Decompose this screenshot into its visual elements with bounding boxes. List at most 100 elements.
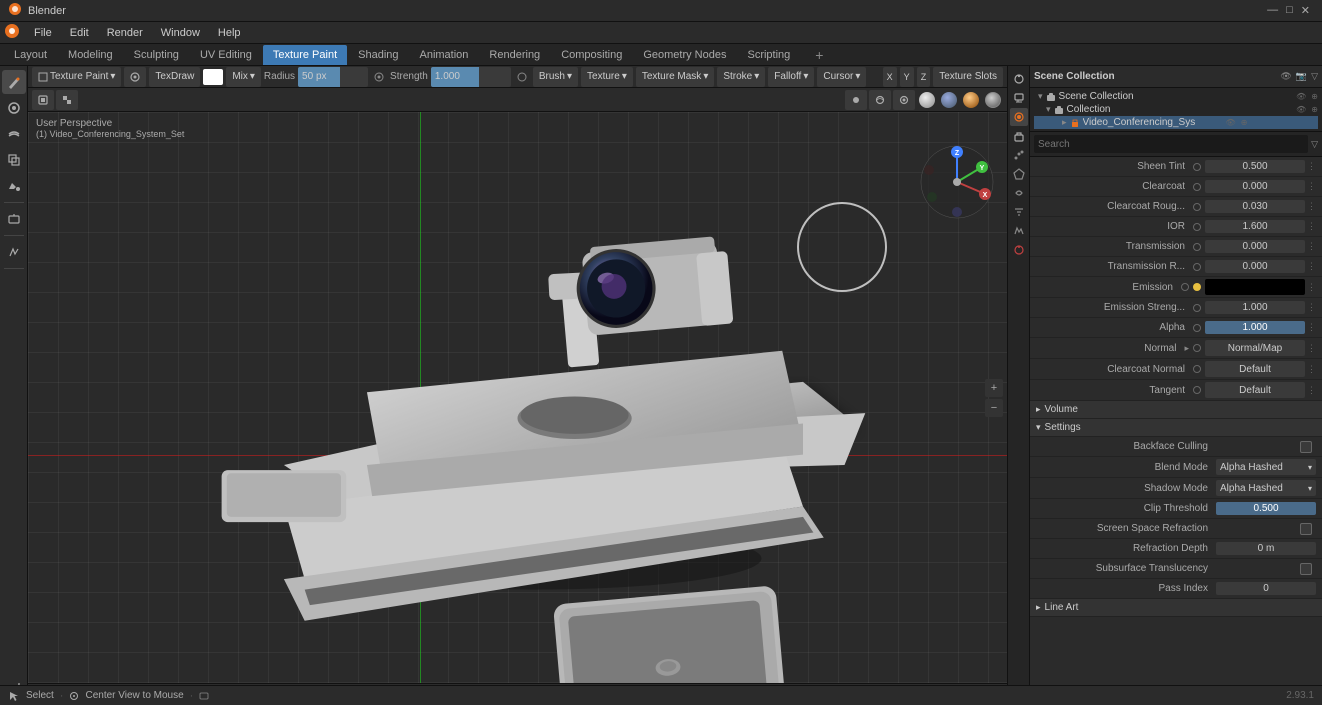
clearcoat-socket[interactable] <box>1193 183 1201 191</box>
menu-window[interactable]: Window <box>153 25 208 41</box>
shadow-mode-dropdown[interactable]: Alpha Hashed ▾ <box>1216 480 1316 496</box>
prop-icon-material[interactable] <box>1010 108 1028 126</box>
prop-icon-view[interactable] <box>1010 241 1028 259</box>
tab-texture-paint[interactable]: Texture Paint <box>263 45 347 65</box>
menu-help[interactable]: Help <box>210 25 249 41</box>
sheen-tint-menu[interactable]: ⋮ <box>1307 161 1316 172</box>
tab-uv-editing[interactable]: UV Editing <box>190 45 262 65</box>
prop-icon-render[interactable] <box>1010 89 1028 107</box>
viewport-shading-eevee[interactable] <box>985 92 1001 108</box>
clip-threshold-value[interactable]: 0.500 <box>1216 502 1316 515</box>
menu-file[interactable]: File <box>26 25 60 41</box>
ssr-checkbox[interactable] <box>1300 523 1312 535</box>
ssr-check[interactable] <box>1216 523 1316 535</box>
tool-soften[interactable] <box>2 96 26 120</box>
win-minimize[interactable]: — <box>1267 4 1278 17</box>
transmission-roughness-socket[interactable] <box>1193 263 1201 271</box>
menu-render[interactable]: Render <box>99 25 151 41</box>
clearcoat-normal-socket[interactable] <box>1193 365 1201 373</box>
win-maximize[interactable]: □ <box>1286 4 1293 17</box>
blend-mode-dropdown[interactable]: Alpha Hashed ▾ <box>1216 459 1316 475</box>
sheen-tint-value[interactable]: 0.500 <box>1205 160 1305 173</box>
tool-annotate[interactable] <box>2 240 26 264</box>
win-close[interactable]: ✕ <box>1301 4 1310 17</box>
ior-value[interactable]: 1.600 <box>1205 220 1305 233</box>
prop-view-icon[interactable]: 👁 <box>1280 71 1291 82</box>
section-volume[interactable]: ▸ Volume <box>1030 401 1322 419</box>
prop-icon-scene[interactable] <box>1010 70 1028 88</box>
texture-btn[interactable]: Texture▾ <box>581 67 633 87</box>
mode-selector[interactable]: Texture Paint ▾ <box>32 67 121 87</box>
alpha-socket[interactable] <box>1193 324 1201 332</box>
tab-shading[interactable]: Shading <box>348 45 408 65</box>
viewport-shading-material[interactable] <box>941 92 957 108</box>
transmission-value[interactable]: 0.000 <box>1205 240 1305 253</box>
tab-animation[interactable]: Animation <box>410 45 479 65</box>
symmetry-x[interactable]: X <box>883 67 897 87</box>
texture-mask-btn[interactable]: Texture Mask▾ <box>636 67 715 87</box>
vp-zoom-in[interactable]: + <box>985 379 1003 397</box>
clearcoat-normal-value[interactable]: Default <box>1205 361 1305 377</box>
prop-icon-object[interactable] <box>1010 127 1028 145</box>
strength-slider[interactable]: 1.000 <box>431 67 511 87</box>
prop-icon-physics[interactable] <box>1010 165 1028 183</box>
sst-checkbox[interactable] <box>1300 563 1312 575</box>
sub-mode-btn[interactable] <box>56 90 78 110</box>
tab-scripting[interactable]: Scripting <box>737 45 800 65</box>
viewport-shading-solid[interactable] <box>919 92 935 108</box>
clearcoat-menu[interactable]: ⋮ <box>1307 181 1316 192</box>
stroke-btn[interactable]: Stroke▾ <box>717 67 765 87</box>
tool-fill[interactable] <box>2 174 26 198</box>
prop-icon-data[interactable] <box>1010 222 1028 240</box>
normal-menu[interactable]: ⋮ <box>1307 343 1316 354</box>
color-swatch[interactable] <box>203 69 223 85</box>
prop-filter-icon[interactable]: ▽ <box>1311 71 1318 82</box>
clearcoat-roughness-socket[interactable] <box>1193 203 1201 211</box>
emission-strength-value[interactable]: 1.000 <box>1205 301 1305 314</box>
tool-clone[interactable] <box>2 148 26 172</box>
menu-edit[interactable]: Edit <box>62 25 97 41</box>
tab-sculpting[interactable]: Sculpting <box>124 45 189 65</box>
prop-filter-btn[interactable]: ▽ <box>1311 139 1318 150</box>
tab-compositing[interactable]: Compositing <box>551 45 632 65</box>
symmetry-y[interactable]: Y <box>900 67 914 87</box>
object-row[interactable]: ▸ Video_Conferencing_Sys 👁 ⊕ <box>1034 116 1318 129</box>
transmission-roughness-value[interactable]: 0.000 <box>1205 260 1305 273</box>
tab-geometry-nodes[interactable]: Geometry Nodes <box>633 45 736 65</box>
viewport-shading-rendered[interactable] <box>963 92 979 108</box>
prop-icon-constraints[interactable] <box>1010 184 1028 202</box>
active-tool-selector[interactable] <box>124 67 146 87</box>
strength-toggle[interactable] <box>514 69 530 85</box>
view-render-btn[interactable] <box>845 90 867 110</box>
tab-layout[interactable]: Layout <box>4 45 57 65</box>
emission-strength-socket[interactable] <box>1193 304 1201 312</box>
tangent-socket[interactable] <box>1193 386 1201 394</box>
alpha-menu[interactable]: ⋮ <box>1307 322 1316 333</box>
section-settings[interactable]: ▾ Settings <box>1030 419 1322 437</box>
navigation-gizmo[interactable]: Z Y X <box>917 142 997 222</box>
prop-search-input[interactable] <box>1034 135 1308 153</box>
refraction-depth-value[interactable]: 0 m <box>1216 542 1316 555</box>
brush-btn[interactable]: Brush▾ <box>533 67 578 87</box>
viewport-body[interactable]: User Perspective (1) Video_Conferencing_… <box>28 112 1007 683</box>
clearcoat-roughness-menu[interactable]: ⋮ <box>1307 201 1316 212</box>
emission-color-value[interactable] <box>1205 279 1305 295</box>
collection-row[interactable]: ▾ Collection 👁 ⊕ <box>1046 103 1318 116</box>
overlays-btn[interactable] <box>893 90 915 110</box>
view-solid-btn[interactable] <box>869 90 891 110</box>
tangent-menu[interactable]: ⋮ <box>1307 385 1316 396</box>
brush-name-btn[interactable]: TexDraw <box>149 67 200 87</box>
clearcoat-normal-menu[interactable]: ⋮ <box>1307 364 1316 375</box>
tab-add[interactable]: + <box>805 45 833 65</box>
transmission-socket[interactable] <box>1193 243 1201 251</box>
tab-rendering[interactable]: Rendering <box>479 45 550 65</box>
scene-collection-row[interactable]: ▾ Scene Collection 👁 ⊕ <box>1034 90 1318 103</box>
ior-socket[interactable] <box>1193 223 1201 231</box>
emission-socket[interactable] <box>1181 283 1189 291</box>
prop-icon-particles[interactable] <box>1010 146 1028 164</box>
emission-menu[interactable]: ⋮ <box>1307 282 1316 293</box>
clearcoat-value[interactable]: 0.000 <box>1205 180 1305 193</box>
symmetry-z[interactable]: Z <box>917 67 931 87</box>
clearcoat-roughness-value[interactable]: 0.030 <box>1205 200 1305 213</box>
tool-draw[interactable] <box>2 70 26 94</box>
